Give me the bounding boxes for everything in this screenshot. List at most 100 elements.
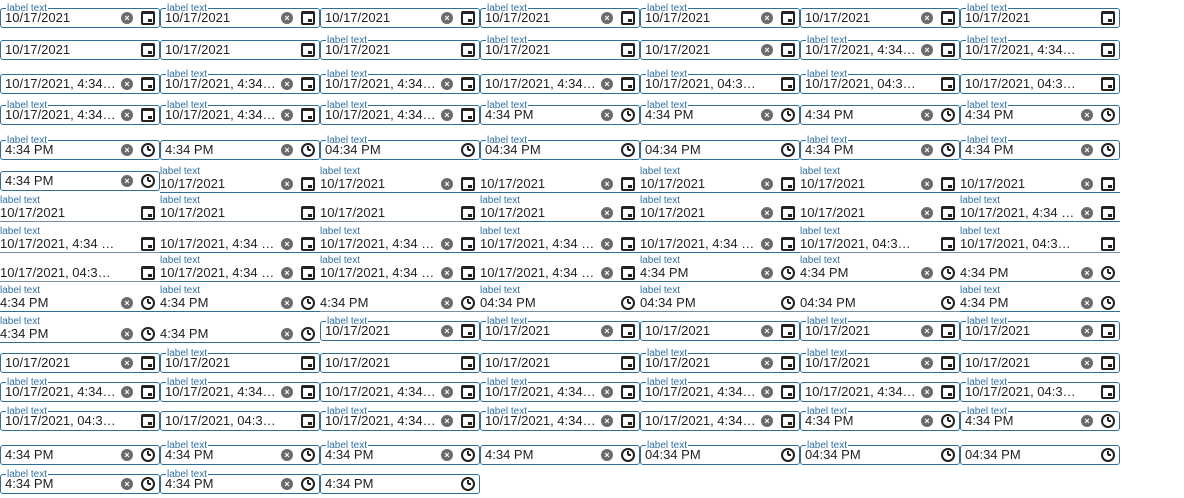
picker-value[interactable]: 04:34 PM: [800, 295, 916, 310]
picker-field[interactable]: 4:34 PM ×: [320, 286, 480, 312]
calendar-icon[interactable]: [141, 108, 155, 122]
picker-value[interactable]: 10/17/2021: [645, 42, 756, 57]
picker-field[interactable]: label text 10/17/2021 ×: [480, 4, 640, 28]
clock-icon[interactable]: [941, 448, 955, 462]
picker-value[interactable]: 10/17/2021: [165, 355, 276, 370]
calendar-icon[interactable]: [621, 11, 635, 25]
clear-icon[interactable]: ×: [441, 449, 453, 461]
clear-icon[interactable]: ×: [761, 238, 773, 250]
picker-field[interactable]: label text 04:34 PM: [320, 136, 480, 160]
clear-icon[interactable]: ×: [921, 207, 933, 219]
picker-value[interactable]: 10/17/2021, 4:34 PM: [960, 205, 1076, 220]
calendar-icon[interactable]: [141, 356, 155, 370]
clear-icon[interactable]: ×: [761, 325, 773, 337]
picker-value[interactable]: 10/17/2021: [5, 355, 116, 370]
picker-value[interactable]: 10/17/2021: [325, 10, 436, 25]
picker-field[interactable]: label text 10/17/2021: [0, 196, 160, 222]
picker-value[interactable]: 10/17/2021, 04:34 PM: [805, 76, 916, 91]
clear-icon[interactable]: ×: [921, 109, 933, 121]
picker-field[interactable]: label text 10/17/2021: [480, 36, 640, 60]
clock-icon[interactable]: [301, 448, 315, 462]
picker-field[interactable]: label text 4:34 PM ×: [800, 136, 960, 160]
picker-value[interactable]: 10/17/2021: [325, 355, 436, 370]
picker-value[interactable]: 10/17/2021, 4:34 PM: [320, 265, 436, 280]
picker-value[interactable]: 10/17/2021, 04:34 PM: [960, 236, 1076, 251]
clock-icon[interactable]: [141, 477, 155, 491]
clock-icon[interactable]: [301, 296, 315, 310]
picker-value[interactable]: 10/17/2021, 4:34 ...: [325, 384, 436, 399]
picker-value[interactable]: 4:34 PM: [165, 142, 276, 157]
calendar-icon[interactable]: [461, 385, 475, 399]
picker-value[interactable]: 4:34 PM: [5, 476, 116, 491]
picker-value[interactable]: 10/17/2021, 04:34 PM: [800, 236, 916, 251]
picker-value[interactable]: 10/17/2021: [805, 10, 916, 25]
calendar-icon[interactable]: [1101, 356, 1115, 370]
clock-icon[interactable]: [1101, 266, 1115, 280]
picker-value[interactable]: 10/17/2021: [325, 323, 436, 338]
clock-icon[interactable]: [301, 143, 315, 157]
picker-field[interactable]: label text10/17/2021, 04:34 PM: [640, 70, 800, 94]
picker-value[interactable]: 4:34 PM: [160, 295, 276, 310]
calendar-icon[interactable]: [141, 11, 155, 25]
clear-icon[interactable]: ×: [441, 267, 453, 279]
clear-icon[interactable]: ×: [121, 478, 133, 490]
picker-field[interactable]: label text 10/17/2021, 4:34 ... ×: [320, 70, 480, 94]
calendar-icon[interactable]: [781, 206, 795, 220]
calendar-icon[interactable]: [621, 324, 635, 338]
picker-field[interactable]: label text 10/17/2021, 4:34 ... ×: [480, 378, 640, 402]
clear-icon[interactable]: ×: [1081, 144, 1093, 156]
clock-icon[interactable]: [621, 448, 635, 462]
clock-icon[interactable]: [141, 174, 155, 188]
clear-icon[interactable]: ×: [281, 267, 293, 279]
picker-value[interactable]: 10/17/2021, 4:34 ...: [325, 76, 436, 91]
picker-field[interactable]: label text 10/17/2021 ×: [800, 167, 960, 193]
clock-icon[interactable]: [1101, 414, 1115, 428]
clock-icon[interactable]: [461, 296, 475, 310]
calendar-icon[interactable]: [141, 385, 155, 399]
picker-field[interactable]: 04:34 PM: [640, 136, 800, 160]
calendar-icon[interactable]: [461, 108, 475, 122]
picker-value[interactable]: 4:34 PM: [5, 173, 116, 188]
picker-field[interactable]: label text 10/17/2021, 4:34 ... ×: [160, 70, 320, 94]
picker-field[interactable]: 10/17/2021, 4:34 ... ×: [480, 70, 640, 94]
picker-value[interactable]: 10/17/2021, 4:34 ...: [965, 42, 1076, 57]
picker-field[interactable]: label text10/17/2021, 04:34 PM: [960, 227, 1120, 253]
picker-value[interactable]: 10/17/2021, 4:34 ...: [5, 107, 116, 122]
calendar-icon[interactable]: [781, 414, 795, 428]
picker-value[interactable]: 4:34 PM: [485, 447, 596, 462]
picker-value[interactable]: 04:34 PM: [480, 295, 596, 310]
calendar-icon[interactable]: [941, 77, 955, 91]
calendar-icon[interactable]: [621, 77, 635, 91]
picker-value[interactable]: 4:34 PM: [5, 447, 116, 462]
picker-field[interactable]: 4:34 PM ×: [0, 167, 160, 191]
picker-field[interactable]: label text 10/17/2021: [160, 196, 320, 222]
calendar-icon[interactable]: [621, 266, 635, 280]
picker-value[interactable]: 10/17/2021: [480, 205, 596, 220]
clock-icon[interactable]: [301, 477, 315, 491]
picker-field[interactable]: label text 4:34 PM ×: [800, 407, 960, 431]
picker-field[interactable]: 10/17/2021: [480, 349, 640, 373]
clear-icon[interactable]: ×: [601, 449, 613, 461]
calendar-icon[interactable]: [781, 237, 795, 251]
picker-value[interactable]: 04:34 PM: [805, 447, 916, 462]
calendar-icon[interactable]: [461, 206, 475, 220]
clear-icon[interactable]: ×: [1081, 207, 1093, 219]
clock-icon[interactable]: [941, 414, 955, 428]
calendar-icon[interactable]: [461, 11, 475, 25]
clock-icon[interactable]: [1101, 296, 1115, 310]
calendar-icon[interactable]: [141, 206, 155, 220]
picker-value[interactable]: 4:34 PM: [960, 295, 1076, 310]
picker-value[interactable]: 10/17/2021, 4:34 PM: [160, 265, 276, 280]
clock-icon[interactable]: [1101, 108, 1115, 122]
calendar-icon[interactable]: [781, 324, 795, 338]
picker-field[interactable]: 10/17/2021 ×: [960, 349, 1120, 373]
picker-field[interactable]: label text10/17/2021, 04:34 PM: [800, 227, 960, 253]
calendar-icon[interactable]: [621, 206, 635, 220]
calendar-icon[interactable]: [941, 11, 955, 25]
clock-icon[interactable]: [461, 143, 475, 157]
picker-field[interactable]: label text 4:34 PM ×: [480, 101, 640, 125]
clock-icon[interactable]: [781, 143, 795, 157]
picker-value[interactable]: 10/17/2021, 4:34 PM: [640, 236, 756, 251]
clear-icon[interactable]: ×: [761, 12, 773, 24]
picker-field[interactable]: label text 10/17/2021 ×: [160, 167, 320, 193]
